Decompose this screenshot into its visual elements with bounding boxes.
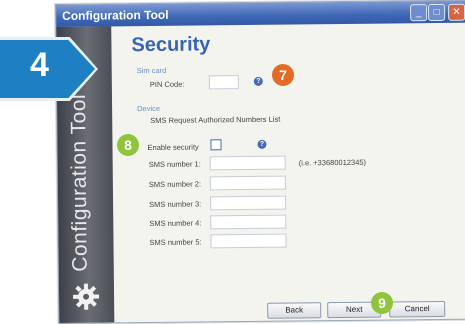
step-4-number: 4	[30, 46, 49, 84]
minimize-icon[interactable]: _	[410, 4, 428, 22]
close-icon[interactable]: ✕	[448, 3, 465, 21]
sms-label-1: SMS number 1:	[148, 159, 201, 170]
sms-hint: (i.e. +33680012345)	[298, 157, 367, 168]
sms-number-1-input[interactable]	[209, 155, 286, 171]
page-title: Security	[131, 33, 211, 57]
enable-security-label: Enable security	[147, 142, 199, 153]
maximize-icon[interactable]: □	[428, 3, 446, 22]
help-icon[interactable]: ?	[257, 139, 267, 149]
title-bar: Configuration Tool _ □ ✕	[56, 0, 465, 27]
sms-number-3-input[interactable]	[210, 195, 287, 211]
pin-code-input[interactable]	[208, 75, 239, 90]
sms-label-5: SMS number 5:	[149, 237, 202, 248]
step-9-badge: 9	[371, 292, 393, 314]
config-window: Configuration Tool _ □ ✕ Configuration T…	[55, 0, 465, 324]
sms-label-3: SMS number 3:	[149, 199, 202, 210]
sim-section-label: Sim card	[136, 65, 167, 76]
enable-security-checkbox[interactable]	[210, 139, 222, 151]
back-button[interactable]: Back	[267, 302, 322, 319]
sms-label-2: SMS number 2:	[148, 179, 202, 190]
sms-number-5-input[interactable]	[210, 233, 287, 249]
sms-list-label: SMS Request Authorized Numbers List	[150, 114, 281, 126]
sms-number-2-input[interactable]	[209, 175, 286, 191]
pin-label: PIN Code:	[149, 79, 185, 90]
device-section-label: Device	[137, 103, 161, 114]
help-icon[interactable]: ?	[253, 76, 263, 86]
sms-label-4: SMS number 4:	[149, 218, 202, 229]
gear-icon	[73, 283, 100, 310]
step-7-badge: 7	[272, 64, 294, 86]
step-8-badge: 8	[117, 134, 139, 156]
cancel-button[interactable]: Cancel	[389, 300, 446, 318]
sms-number-4-input[interactable]	[210, 214, 287, 230]
